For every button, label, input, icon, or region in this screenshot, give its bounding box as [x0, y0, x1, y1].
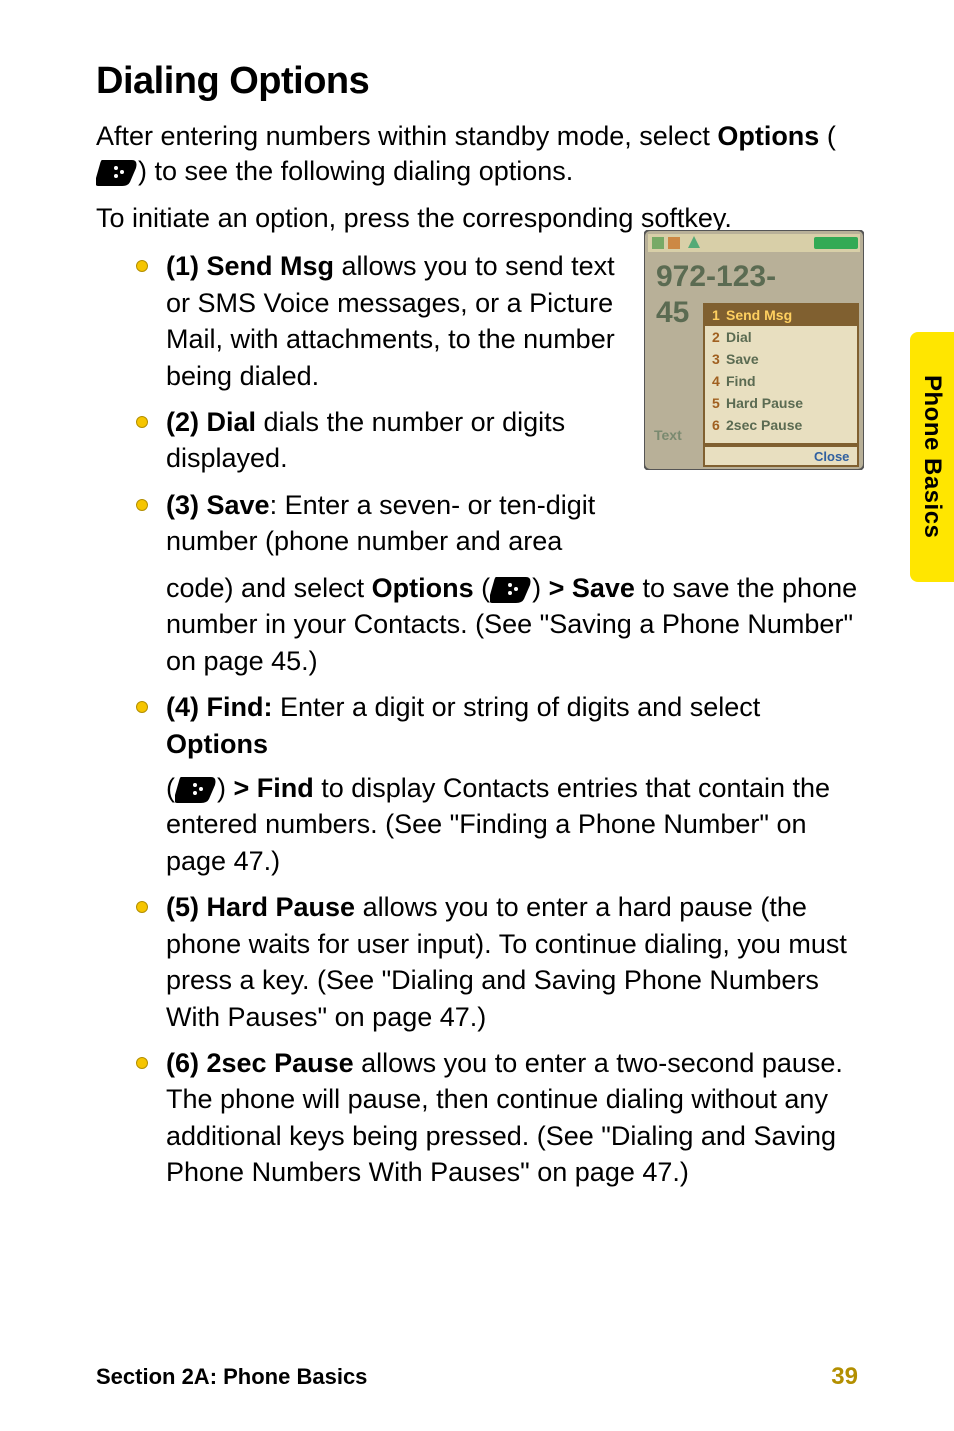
- intro1-text-d: ) to see the following dialing options.: [138, 156, 573, 186]
- item-5-title: (5) Hard Pause: [166, 892, 355, 922]
- intro1-text-c: (: [827, 121, 836, 151]
- i4c-find: > Find: [234, 773, 314, 803]
- i3c-a: code) and select: [166, 573, 372, 603]
- intro-paragraph-1: After entering numbers within standby mo…: [96, 119, 858, 189]
- item-4-title: (4) Find:: [166, 692, 272, 722]
- i4c-b: ): [217, 773, 234, 803]
- page: Dialing Options After entering numbers w…: [0, 0, 954, 1431]
- options-list-2: (4) Find: Enter a digit or string of dig…: [96, 689, 858, 1191]
- item-4-continuation: ( ) > Find to display Contacts entries t…: [166, 770, 858, 879]
- intro1-text-a: After entering numbers within standby mo…: [96, 121, 717, 151]
- item-6-title: (6) 2sec Pause: [166, 1048, 354, 1078]
- heading-dialing-options: Dialing Options: [96, 60, 858, 103]
- side-tab-label: Phone Basics: [918, 375, 946, 538]
- i3c-options: Options: [372, 573, 474, 603]
- intro1-options-word: Options: [717, 121, 819, 151]
- softkey-icon: [96, 158, 138, 186]
- i4c-a: (: [166, 773, 175, 803]
- list-item-1: (1) Send Msg allows you to send text or …: [136, 248, 858, 394]
- item-3-title: (3) Save: [166, 490, 270, 520]
- softkey-icon: [175, 775, 217, 803]
- side-tab: Phone Basics: [910, 332, 954, 582]
- item-4-options: Options: [166, 729, 268, 759]
- i3c-c: (: [474, 573, 491, 603]
- list-item-4: (4) Find: Enter a digit or string of dig…: [136, 689, 858, 879]
- i3c-d: ): [532, 573, 549, 603]
- i3c-save: > Save: [549, 573, 635, 603]
- footer-page-number: 39: [831, 1363, 858, 1391]
- footer-section-title: Section 2A: Phone Basics: [96, 1364, 367, 1390]
- list-item-2: (2) Dial dials the number or digits disp…: [136, 404, 858, 477]
- item-2-title: (2) Dial: [166, 407, 256, 437]
- list-item-5: (5) Hard Pause allows you to enter a har…: [136, 889, 858, 1035]
- item-4-b: Enter a digit or string of digits and se…: [272, 692, 760, 722]
- page-footer: Section 2A: Phone Basics 39: [96, 1363, 858, 1391]
- options-list: (1) Send Msg allows you to send text or …: [96, 248, 858, 560]
- list-item-6: (6) 2sec Pause allows you to enter a two…: [136, 1045, 858, 1191]
- list-item-3: (3) Save: Enter a seven- or ten-digit nu…: [136, 487, 858, 560]
- item-3-continuation: code) and select Options ( ) > Save to s…: [166, 570, 858, 679]
- softkey-icon: [490, 575, 532, 603]
- item-1-title: (1) Send Msg: [166, 251, 334, 281]
